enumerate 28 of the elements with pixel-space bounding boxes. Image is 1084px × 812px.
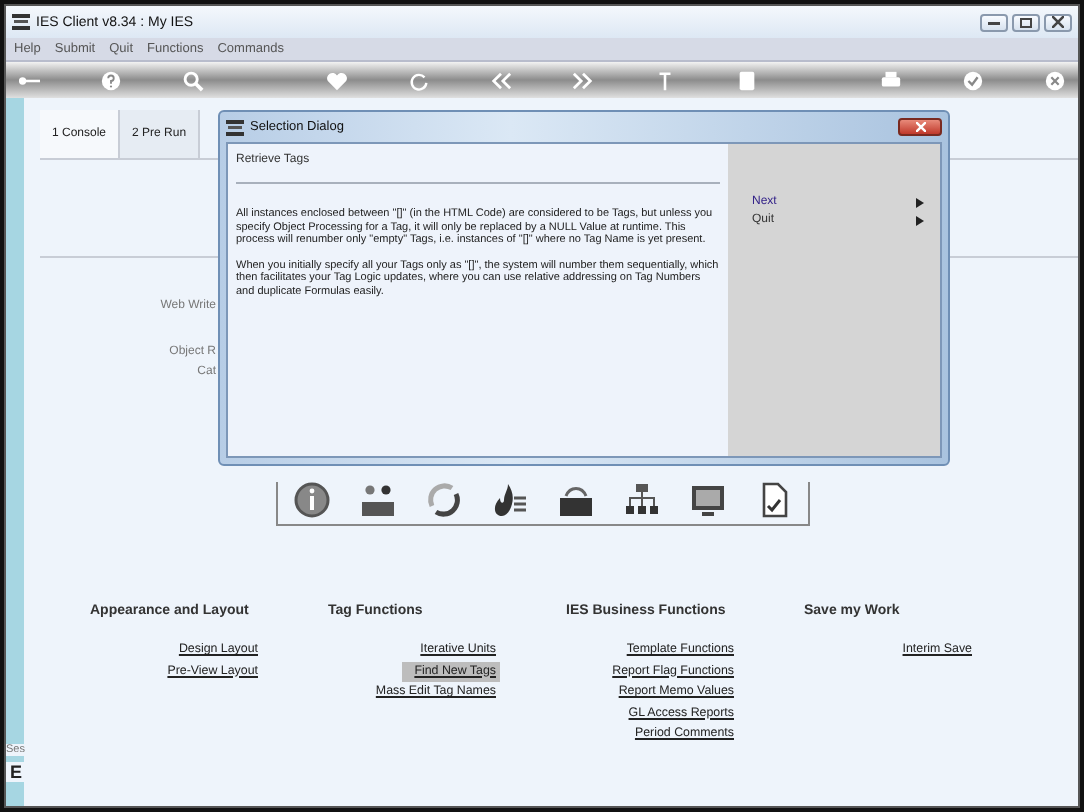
fire-list-icon[interactable] bbox=[492, 482, 528, 518]
maximize-button[interactable] bbox=[1012, 13, 1040, 31]
minimize-button[interactable] bbox=[980, 13, 1008, 31]
close-icon bbox=[915, 122, 925, 132]
close-icon bbox=[1052, 16, 1064, 28]
status-text: E bbox=[6, 762, 25, 782]
stop-icon[interactable] bbox=[736, 69, 759, 91]
help-icon[interactable] bbox=[100, 69, 123, 91]
rewind-icon[interactable] bbox=[489, 69, 512, 91]
folder-icon[interactable] bbox=[558, 482, 594, 518]
hierarchy-icon[interactable] bbox=[624, 482, 660, 518]
fast-forward-icon[interactable] bbox=[571, 69, 594, 91]
check-icon[interactable] bbox=[961, 69, 984, 91]
search-icon[interactable] bbox=[182, 69, 205, 91]
close-icon[interactable] bbox=[1043, 69, 1066, 91]
monitor-icon[interactable] bbox=[690, 482, 726, 518]
close-button[interactable] bbox=[898, 118, 942, 136]
minimize-icon bbox=[988, 18, 1000, 26]
maximize-icon bbox=[1020, 17, 1032, 27]
sync-icon[interactable] bbox=[426, 482, 462, 518]
people-icon[interactable] bbox=[360, 482, 396, 518]
refresh-icon[interactable] bbox=[407, 69, 430, 91]
heart-icon[interactable] bbox=[325, 69, 348, 91]
dialog-icon bbox=[226, 119, 244, 135]
app-icon bbox=[12, 14, 30, 30]
close-button[interactable] bbox=[1044, 13, 1072, 31]
printer-icon[interactable] bbox=[879, 69, 902, 91]
info-icon[interactable] bbox=[294, 482, 330, 518]
